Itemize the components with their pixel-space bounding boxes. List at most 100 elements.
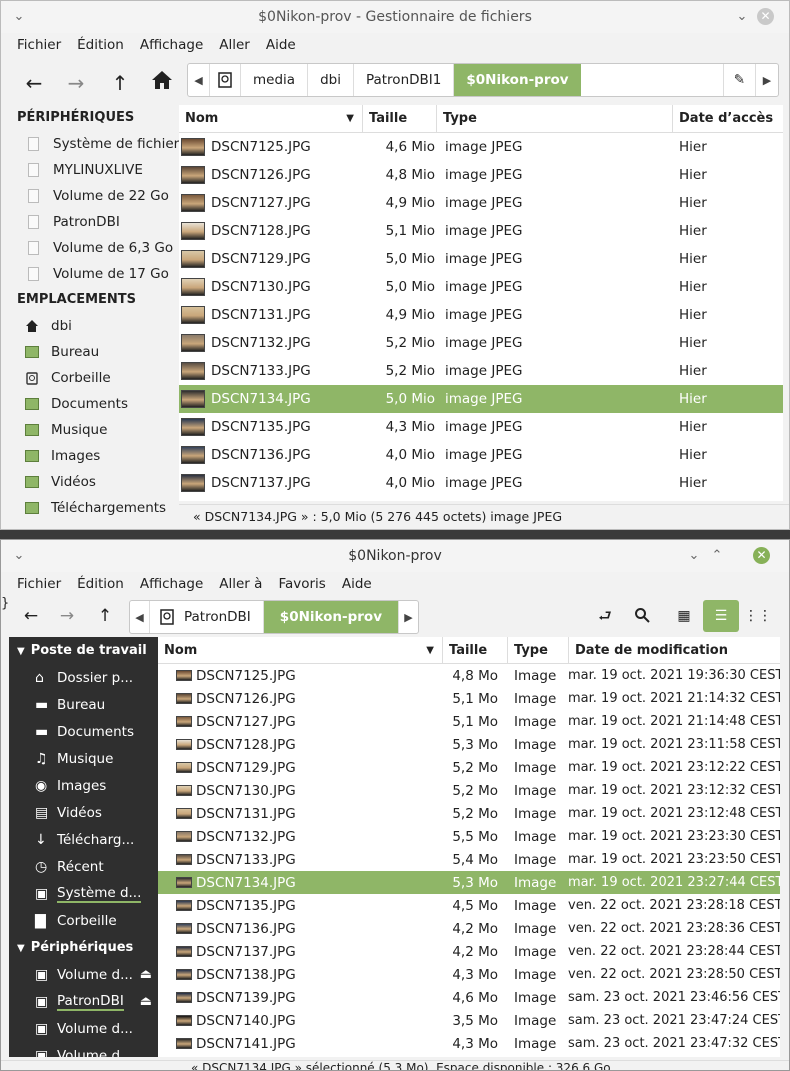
sidebar-item-systeme-d-8[interactable]: ▣ Système d... (9, 880, 158, 907)
sidebar-item-videos[interactable]: Vidéos (9, 469, 179, 495)
sidebar-device-volume-d-0[interactable]: ▣ Volume d... ⏏ (9, 961, 158, 988)
table-row[interactable]: DSCN7133.JPG 5,2 Mio image JPEG Hier (179, 357, 783, 385)
column-modified-date[interactable]: Date de modification (569, 637, 780, 663)
table-row[interactable]: DSCN7127.JPG 4,9 Mio image JPEG Hier (179, 189, 783, 217)
list-view-icon[interactable]: ☰ (703, 600, 739, 632)
path-segment-current[interactable]: $0Nikon-prov (454, 64, 581, 96)
sidebar-device-patrondbi-1[interactable]: ▣ PatronDBI ⏏ (9, 988, 158, 1015)
table-row[interactable]: DSCN7136.JPG 4,2 Mo Image ven. 22 oct. 2021… (158, 917, 780, 940)
sidebar-item-bureau[interactable]: Bureau (9, 339, 179, 365)
table-row[interactable]: DSCN7140.JPG 3,5 Mo Image sam. 23 oct. 2021… (158, 1009, 780, 1032)
back-arrow-icon[interactable]: ← (18, 67, 50, 99)
table-row[interactable]: DSCN7133.JPG 5,4 Mo Image mar. 19 oct. 2021… (158, 848, 780, 871)
table-row[interactable]: DSCN7135.JPG 4,3 Mio image JPEG Hier (179, 413, 783, 441)
column-size[interactable]: Taille (443, 637, 508, 663)
toggle-location-icon[interactable]: ⮐ (589, 600, 621, 632)
sidebar-item-corbeille[interactable]: Corbeille (9, 365, 179, 391)
path-scroll-left-icon[interactable]: ◀ (130, 601, 150, 633)
sidebar-item-systeme-de-fichiers-0[interactable]: Système de fichiers (9, 131, 179, 157)
table-row[interactable]: DSCN7127.JPG 5,1 Mo Image mar. 19 oct. 2021… (158, 710, 780, 733)
sidebar-item-telechargements[interactable]: Téléchargements (9, 495, 179, 521)
sidebar-device-volume-d-3[interactable]: ▣ Volume d... (9, 1042, 158, 1058)
table-row[interactable]: DSCN7141.JPG 4,3 Mo Image sam. 23 oct. 2021… (158, 1032, 780, 1055)
menu-affichage[interactable]: Affichage (132, 576, 211, 592)
table-row[interactable]: DSCN7132.JPG 5,5 Mo Image mar. 19 oct. 2021… (158, 825, 780, 848)
menu-edition[interactable]: Édition (69, 576, 132, 592)
sidebar-item-corbeille-9[interactable]: ▇ Corbeille (9, 907, 158, 934)
close-icon[interactable]: ✕ (753, 547, 770, 564)
path-scroll-right-icon[interactable]: ▶ (756, 64, 778, 96)
sidebar-devices-heading[interactable]: ▼ Périphériques (9, 934, 158, 961)
menu-aller-a[interactable]: Aller à (211, 576, 270, 592)
restore-icon[interactable]: ⌃ (707, 546, 727, 566)
icon-view-icon[interactable]: ▦ (668, 600, 700, 632)
table-row[interactable]: DSCN7137.JPG 4,2 Mo Image ven. 22 oct. 2021… (158, 940, 780, 963)
eject-icon[interactable]: ⏏ (140, 994, 152, 1009)
sidebar-item-mylinuxlive-1[interactable]: MYLINUXLIVE (9, 157, 179, 183)
up-arrow-icon[interactable]: ↑ (89, 600, 121, 632)
pencil-icon[interactable]: ✎ (724, 64, 756, 96)
sidebar-item-volume-de-17-go-5[interactable]: Volume de 17 Go (9, 261, 179, 287)
sidebar-item-musique-3[interactable]: ♫ Musique (9, 745, 158, 772)
search-icon[interactable] (626, 600, 658, 632)
menu-aller[interactable]: Aller (211, 37, 258, 53)
sidebar-item-musique[interactable]: Musique (9, 417, 179, 443)
sidebar-item-dossier-p-0[interactable]: ⌂ Dossier p... (9, 664, 158, 691)
forward-arrow-icon[interactable]: → (60, 67, 92, 99)
table-row[interactable]: DSCN7131.JPG 4,9 Mio image JPEG Hier (179, 301, 783, 329)
compact-view-icon[interactable]: ⋮⋮ (742, 600, 774, 632)
sidebar-item-images[interactable]: Images (9, 443, 179, 469)
forward-arrow-icon[interactable]: → (51, 600, 83, 632)
sidebar-item-documents[interactable]: Documents (9, 391, 179, 417)
path-scroll-left-icon[interactable]: ◀ (188, 64, 210, 96)
column-access-date[interactable]: Date d’accès (673, 105, 783, 132)
menu-favoris[interactable]: Favoris (270, 576, 333, 592)
table-row[interactable]: DSCN7134.JPG 5,3 Mo Image mar. 19 oct. 2021… (158, 871, 780, 894)
sidebar-item-dbi[interactable]: dbi (9, 313, 179, 339)
path-segment-media[interactable]: media (241, 64, 309, 96)
table-row[interactable]: DSCN7128.JPG 5,3 Mo Image mar. 19 oct. 2021… (158, 733, 780, 756)
menu-aide[interactable]: Aide (334, 576, 380, 592)
back-arrow-icon[interactable]: ← (15, 600, 47, 632)
path-segment-current[interactable]: $0Nikon-prov (263, 601, 399, 633)
path-scroll-right-icon[interactable]: ▶ (398, 601, 418, 633)
sidebar-item-volume-de-22-go-2[interactable]: Volume de 22 Go (9, 183, 179, 209)
table-row[interactable]: DSCN7131.JPG 5,2 Mo Image mar. 19 oct. 2021… (158, 802, 780, 825)
column-name[interactable]: Nom ▼ (179, 105, 363, 132)
table-row[interactable]: DSCN7126.JPG 4,8 Mio image JPEG Hier (179, 161, 783, 189)
table-row[interactable]: DSCN7138.JPG 4,3 Mo Image ven. 22 oct. 2021… (158, 963, 780, 986)
menu-edition[interactable]: Édition (69, 37, 132, 53)
menu-aide[interactable]: Aide (258, 37, 304, 53)
sidebar-device-volume-d-2[interactable]: ▣ Volume d... (9, 1015, 158, 1042)
table-row[interactable]: DSCN7134.JPG 5,0 Mio image JPEG Hier (179, 385, 783, 413)
table-row[interactable]: DSCN7136.JPG 4,0 Mio image JPEG Hier (179, 441, 783, 469)
sidebar-item-telecharg-6[interactable]: ↓ Télécharg... (9, 826, 158, 853)
sidebar-work-heading[interactable]: ▼ Poste de travail (9, 637, 158, 664)
eject-icon[interactable]: ⏏ (140, 967, 152, 982)
path-segment-patrondbi1[interactable]: PatronDBI1 (354, 64, 455, 96)
sidebar-item-bureau-1[interactable]: ▬ Bureau (9, 691, 158, 718)
close-icon[interactable]: ✕ (757, 8, 774, 25)
sidebar-item-patrondbi-3[interactable]: PatronDBI (9, 209, 179, 235)
sidebar-item-images-4[interactable]: ◉ Images (9, 772, 158, 799)
column-type[interactable]: Type (508, 637, 569, 663)
table-row[interactable]: DSCN7125.JPG 4,8 Mo Image mar. 19 oct. 2021… (158, 664, 780, 687)
table-row[interactable]: DSCN7125.JPG 4,6 Mio image JPEG Hier (179, 133, 783, 161)
sidebar-item-volume-de-6-3-go-4[interactable]: Volume de 6,3 Go (9, 235, 179, 261)
table-row[interactable]: DSCN7129.JPG 5,0 Mio image JPEG Hier (179, 245, 783, 273)
menu-fichier[interactable]: Fichier (9, 37, 69, 53)
table-row[interactable]: DSCN7128.JPG 5,1 Mio image JPEG Hier (179, 217, 783, 245)
menu-fichier[interactable]: Fichier (9, 576, 69, 592)
sidebar-item-recent-7[interactable]: ◷ Récent (9, 853, 158, 880)
minimize-icon[interactable]: ⌄ (732, 7, 752, 27)
table-row[interactable]: DSCN7137.JPG 4,0 Mio image JPEG Hier (179, 469, 783, 497)
table-row[interactable]: DSCN7132.JPG 5,2 Mio image JPEG Hier (179, 329, 783, 357)
minimize-icon[interactable]: ⌄ (684, 546, 704, 566)
menu-affichage[interactable]: Affichage (132, 37, 211, 53)
up-arrow-icon[interactable]: ↑ (104, 67, 136, 99)
path-segment-dbi[interactable]: dbi (308, 64, 354, 96)
home-icon[interactable] (146, 67, 178, 99)
column-type[interactable]: Type (437, 105, 673, 132)
drive-icon[interactable] (210, 64, 241, 96)
column-size[interactable]: Taille (363, 105, 437, 132)
